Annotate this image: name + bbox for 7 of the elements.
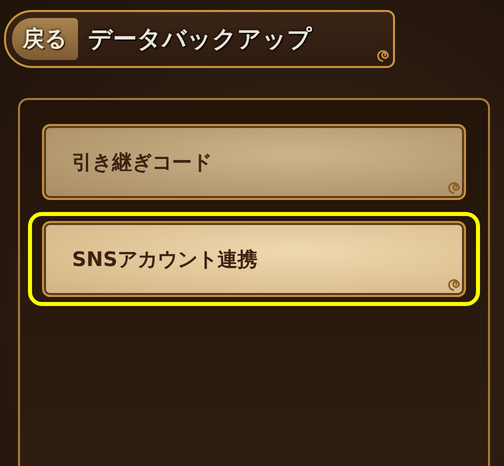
swirl-icon [448,279,460,291]
swirl-icon [448,182,460,194]
screen-title: データバックアップ [88,24,312,55]
menu-button[interactable]: 引き継ぎコード [42,124,466,200]
menu-button[interactable]: SNSアカウント連携 [42,221,466,297]
swirl-icon [377,50,389,62]
back-button[interactable]: 戻る [12,18,78,60]
